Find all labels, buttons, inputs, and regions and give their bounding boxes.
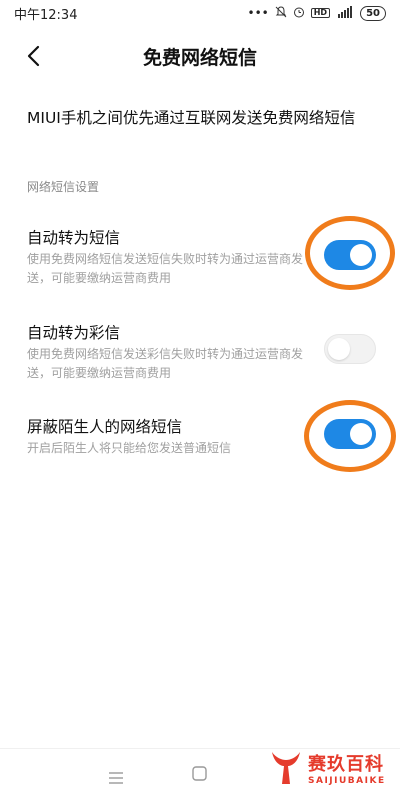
intro-text: MIUI手机之间优先通过互联网发送免费网络短信	[27, 109, 356, 127]
setting-description: 开启后陌生人将只能给您发送普通短信	[27, 441, 232, 455]
setting-title: 自动转为短信	[27, 229, 121, 247]
menu-icon[interactable]	[108, 769, 124, 784]
setting-block-strangers[interactable]: 屏蔽陌生人的网络短信 开启后陌生人将只能给您发送普通短信	[0, 415, 400, 495]
page-title: 免费网络短信	[142, 46, 257, 69]
auto-sms-toggle[interactable]	[324, 240, 376, 270]
status-icons: ••• HD 50	[247, 5, 386, 21]
watermark-subtext: SAIJIUBAIKE	[308, 776, 386, 786]
setting-auto-sms[interactable]: 自动转为短信 使用免费网络短信发送短信失败时转为通过运营商发送，可能要缴纳运营商…	[0, 226, 400, 306]
mute-bell-icon	[275, 6, 287, 20]
toggle-knob	[328, 338, 350, 360]
signal-icon	[336, 6, 354, 20]
alarm-icon	[293, 6, 305, 20]
toggle-knob	[350, 423, 372, 445]
back-button[interactable]	[18, 40, 50, 72]
auto-mms-toggle[interactable]	[324, 334, 376, 364]
app-header: 免费网络短信	[0, 34, 400, 78]
watermark-name: 赛玖百科	[308, 754, 384, 775]
setting-title: 屏蔽陌生人的网络短信	[27, 418, 183, 436]
setting-auto-mms[interactable]: 自动转为彩信 使用免费网络短信发送彩信失败时转为通过运营商发送，可能要缴纳运营商…	[0, 321, 400, 401]
section-label: 网络短信设置	[27, 180, 100, 194]
toggle-knob	[350, 244, 372, 266]
block-strangers-toggle[interactable]	[324, 419, 376, 449]
battery-icon: 50	[360, 5, 386, 21]
setting-description: 使用免费网络短信发送彩信失败时转为通过运营商发送，可能要缴纳运营商费用	[27, 347, 304, 380]
status-bar: 中午12:34 ••• HD 50	[0, 0, 400, 26]
whale-tail-logo-icon	[272, 752, 300, 784]
setting-description: 使用免费网络短信发送短信失败时转为通过运营商发送，可能要缴纳运营商费用	[27, 252, 304, 285]
more-dots-icon: •••	[247, 6, 269, 20]
hd-voice-icon: HD	[310, 8, 331, 18]
home-square-icon[interactable]	[192, 766, 207, 781]
chevron-left-icon	[27, 45, 40, 67]
setting-title: 自动转为彩信	[27, 324, 121, 342]
status-time: 中午12:34	[14, 7, 78, 23]
watermark: 赛玖百科 SAIJIUBAIKE	[268, 744, 398, 800]
